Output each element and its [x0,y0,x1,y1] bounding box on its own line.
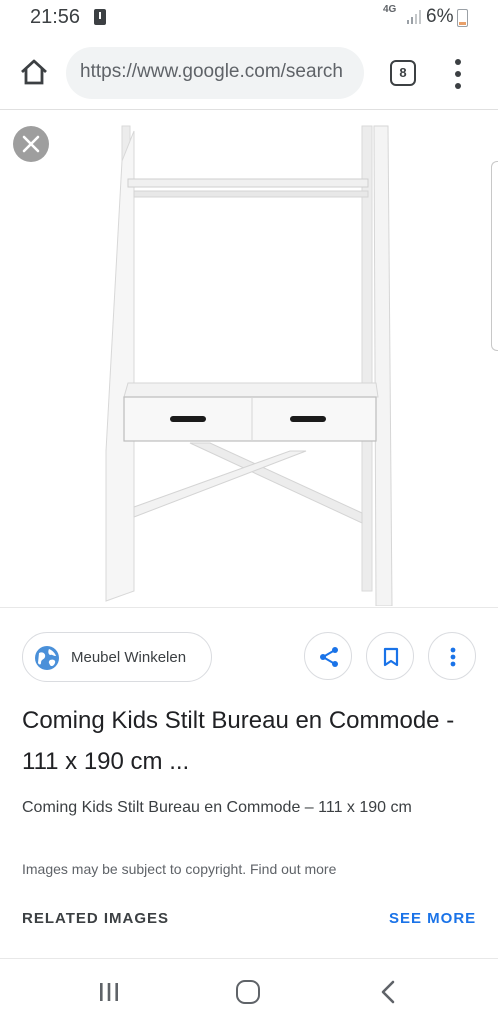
tab-switcher-button[interactable]: 8 [390,60,416,86]
see-more-link[interactable]: SEE MORE [389,910,476,927]
result-subtitle: Coming Kids Stilt Bureau en Commode – 11… [22,799,412,816]
next-image-peek[interactable] [491,161,498,351]
source-chip[interactable]: Meubel Winkelen [22,632,212,682]
home-icon[interactable] [18,56,50,88]
save-button[interactable] [366,632,414,680]
more-menu-icon[interactable] [450,58,466,90]
more-options-button[interactable] [428,632,476,680]
status-bar: 21:56 4G 6% [0,0,498,34]
recents-icon[interactable] [98,981,120,1003]
share-icon [320,647,338,667]
notification-icon [94,9,106,25]
related-images-label: RELATED IMAGES [22,910,170,927]
browser-toolbar: https://www.google.com/search 8 [0,34,498,110]
battery-level: 6% [426,6,454,27]
signal-icon [407,10,421,24]
result-title[interactable]: Coming Kids Stilt Bureau en Commode - 11… [22,700,482,782]
url-bar[interactable]: https://www.google.com/search [66,47,364,99]
copyright-notice[interactable]: Images may be subject to copyright. Find… [22,861,336,877]
battery-icon [457,9,468,27]
share-button[interactable] [304,632,352,680]
more-vert-icon [450,647,456,667]
home-nav-icon[interactable] [236,980,260,1004]
globe-icon [35,646,59,670]
url-text: https://www.google.com/search [80,61,343,82]
network-type: 4G [383,4,397,15]
bookmark-icon [383,647,399,667]
system-nav-bar [0,958,498,1024]
status-time: 21:56 [30,6,81,28]
product-image[interactable] [100,121,400,606]
source-name: Meubel Winkelen [71,649,187,666]
back-icon[interactable] [378,979,398,1005]
image-viewer [0,111,498,608]
close-icon[interactable] [13,126,49,162]
